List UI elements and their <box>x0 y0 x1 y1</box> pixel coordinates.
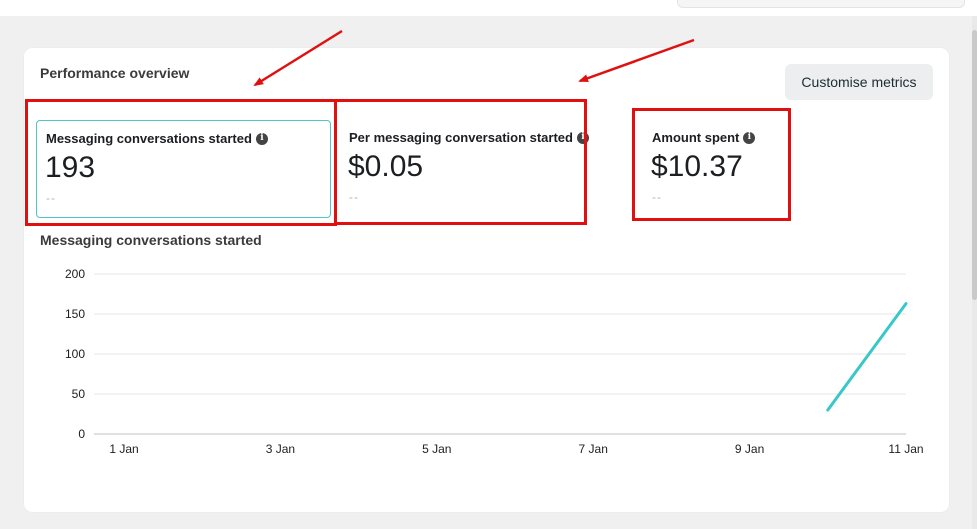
y-tick-label: 150 <box>65 307 85 321</box>
x-tick-label: 9 Jan <box>735 442 764 456</box>
x-tick-label: 3 Jan <box>266 442 295 456</box>
messaging-conversations-line-chart: 0 50 100 150 200 1 Jan 3 Jan 5 Jan 7 Jan 9 Jan 11 … <box>65 267 924 456</box>
y-tick-label: 200 <box>65 267 85 281</box>
x-tick-label: 7 Jan <box>579 442 608 456</box>
x-tick-label: 5 Jan <box>422 442 451 456</box>
x-tick-label: 11 Jan <box>888 442 923 456</box>
x-tick-label: 1 Jan <box>109 442 138 456</box>
y-tick-label: 0 <box>78 427 85 441</box>
y-tick-label: 100 <box>65 347 85 361</box>
y-tick-label: 50 <box>72 387 86 401</box>
